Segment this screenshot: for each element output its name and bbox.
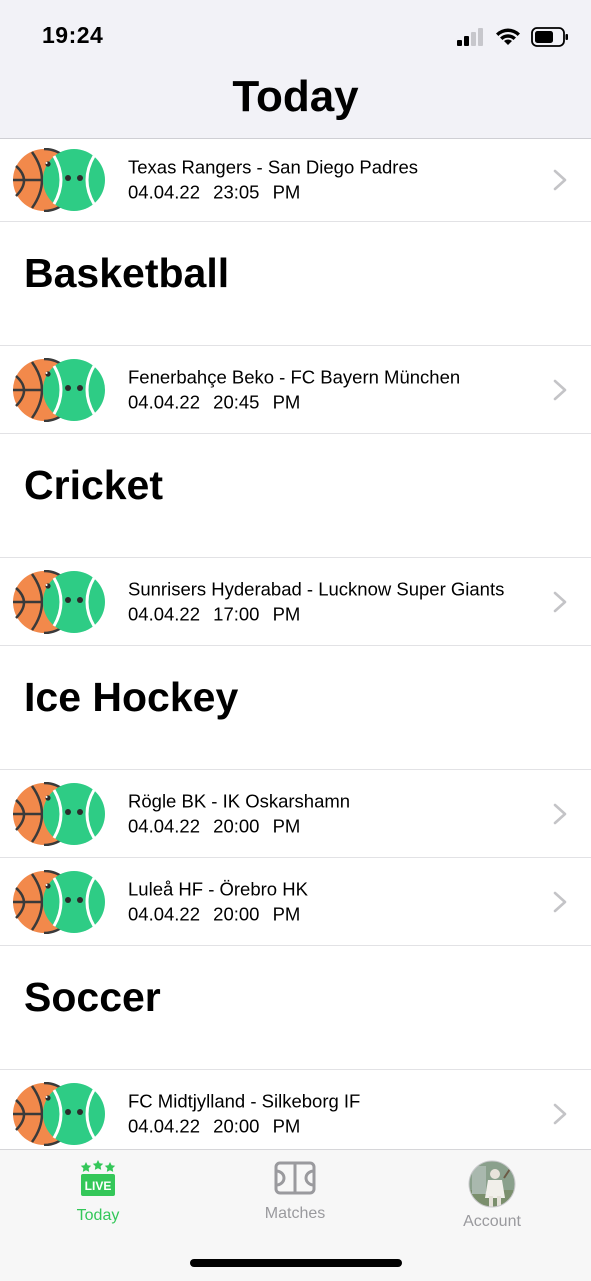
- page-title: Today: [232, 72, 359, 121]
- section-header: Soccer: [0, 946, 591, 1070]
- match-title: Sunrisers Hyderabad - Lucknow Super Gian…: [128, 578, 505, 599]
- status-time: 19:24: [42, 22, 104, 48]
- match-date: 04.04.22: [128, 903, 201, 924]
- live-tv-icon: LIVE: [80, 1160, 116, 1196]
- tab-account[interactable]: Account: [422, 1160, 562, 1231]
- chevron-right-icon: [553, 891, 567, 913]
- match-title: Rögle BK - IK Oskarshamn: [128, 790, 351, 811]
- tab-today[interactable]: LIVE Today: [28, 1160, 168, 1225]
- match-title: Luleå HF - Örebro HK: [128, 878, 308, 899]
- sports-balls-logo: [12, 782, 106, 846]
- navigation-header: Today: [0, 70, 591, 139]
- wifi-icon: [496, 28, 520, 45]
- tab-account-label: Account: [463, 1213, 521, 1230]
- tab-today-label: Today: [76, 1207, 120, 1224]
- status-icons: [457, 24, 569, 50]
- chevron-right-icon: [553, 1103, 567, 1125]
- tab-matches-label: Matches: [264, 1205, 326, 1222]
- tab-matches[interactable]: Matches: [225, 1160, 365, 1223]
- match-title: Fenerbahçe Beko - FC Bayern München: [128, 366, 461, 387]
- chevron-right-icon: [553, 803, 567, 825]
- section-header: Basketball: [0, 222, 591, 346]
- sports-balls-logo: [12, 570, 106, 634]
- section-title: Cricket: [24, 462, 164, 508]
- match-time: 20:00 PM: [213, 903, 301, 924]
- match-row[interactable]: FC Midtjylland - Silkeborg IF 04.04.22 2…: [0, 1070, 591, 1149]
- section-header: Cricket: [0, 434, 591, 558]
- match-time: 20:00 PM: [213, 815, 301, 836]
- chevron-right-icon: [553, 379, 567, 401]
- match-title: Texas Rangers - San Diego Padres: [128, 156, 418, 178]
- match-date: 04.04.22: [128, 603, 201, 624]
- section-header: Ice Hockey: [0, 646, 591, 770]
- field-icon: [274, 1161, 316, 1195]
- signal-icon: [457, 28, 483, 46]
- matches-list: Texas Rangers - San Diego Padres 04.04.2…: [0, 139, 591, 1149]
- section-title: Basketball: [24, 250, 230, 296]
- match-row[interactable]: Sunrisers Hyderabad - Lucknow Super Gian…: [0, 558, 591, 646]
- chevron-right-icon: [553, 591, 567, 613]
- match-time: 17:00 PM: [213, 603, 301, 624]
- match-date: 04.04.22: [128, 1115, 201, 1136]
- sports-balls-logo: [12, 1082, 106, 1146]
- sports-balls-logo: [12, 358, 106, 422]
- sports-balls-logo: [12, 148, 106, 212]
- battery-icon: [531, 27, 568, 47]
- section-title: Ice Hockey: [24, 674, 239, 720]
- sports-balls-logo: [12, 870, 106, 934]
- match-time: 20:45 PM: [213, 391, 301, 412]
- match-row[interactable]: Fenerbahçe Beko - FC Bayern München 04.0…: [0, 346, 591, 434]
- live-badge-text: LIVE: [85, 1179, 112, 1193]
- match-date: 04.04.22: [128, 391, 201, 412]
- match-row[interactable]: Luleå HF - Örebro HK 04.04.22 20:00 PM: [0, 858, 591, 946]
- home-indicator: [190, 1259, 402, 1267]
- avatar: [468, 1160, 516, 1208]
- match-date: 04.04.22: [128, 181, 201, 203]
- match-title: FC Midtjylland - Silkeborg IF: [128, 1090, 361, 1111]
- match-row[interactable]: Rögle BK - IK Oskarshamn 04.04.22 20:00 …: [0, 770, 591, 858]
- status-bar: 19:24: [0, 0, 591, 70]
- match-time: 23:05 PM: [213, 181, 301, 203]
- match-time: 20:00 PM: [213, 1115, 301, 1136]
- section-title: Soccer: [24, 974, 161, 1020]
- match-row[interactable]: Texas Rangers - San Diego Padres 04.04.2…: [0, 139, 591, 222]
- chevron-right-icon: [553, 169, 567, 191]
- match-date: 04.04.22: [128, 815, 201, 836]
